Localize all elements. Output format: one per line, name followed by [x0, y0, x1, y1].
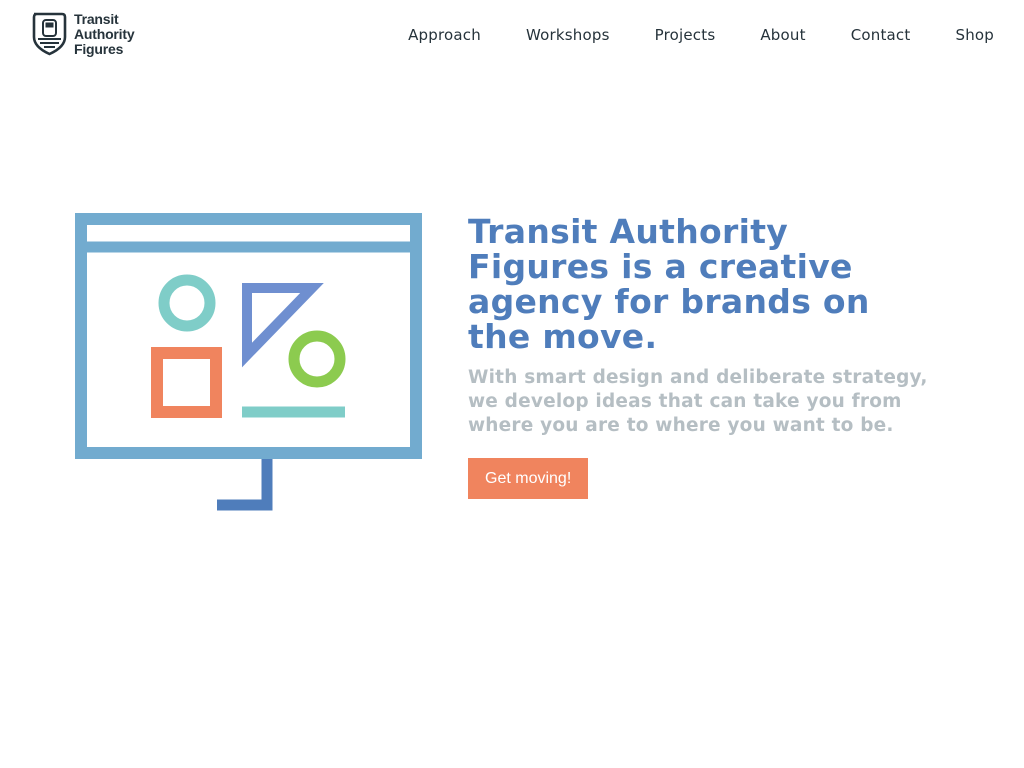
site-logo[interactable]: Transit Authority Figures	[30, 11, 140, 59]
logo-line-2: Authority	[74, 26, 135, 42]
nav-workshops[interactable]: Workshops	[526, 26, 610, 44]
nav-shop[interactable]: Shop	[955, 26, 994, 44]
hero-subtitle: With smart design and deliberate strateg…	[468, 367, 928, 436]
nav-projects[interactable]: Projects	[655, 26, 716, 44]
hero-title: Transit Authority Figures is a creative …	[468, 212, 870, 356]
get-moving-button[interactable]: Get moving!	[468, 458, 589, 499]
screen-stand	[217, 459, 273, 511]
circle-shape-green	[288, 330, 346, 388]
logo-wordmark: Transit Authority Figures	[74, 11, 135, 57]
square-shape-orange	[151, 347, 222, 418]
circle-shape-teal	[158, 274, 216, 332]
main-nav: Approach Workshops Projects About Contac…	[408, 0, 994, 70]
nav-approach[interactable]: Approach	[408, 26, 481, 44]
logo-line-1: Transit	[74, 11, 119, 27]
nav-contact[interactable]: Contact	[851, 26, 911, 44]
shield-train-icon	[32, 12, 67, 56]
logo-line-3: Figures	[74, 41, 124, 57]
screen-with-shapes-illustration	[75, 213, 422, 511]
hero-section: Transit Authority Figures is a creative …	[468, 214, 938, 499]
nav-about[interactable]: About	[760, 26, 805, 44]
